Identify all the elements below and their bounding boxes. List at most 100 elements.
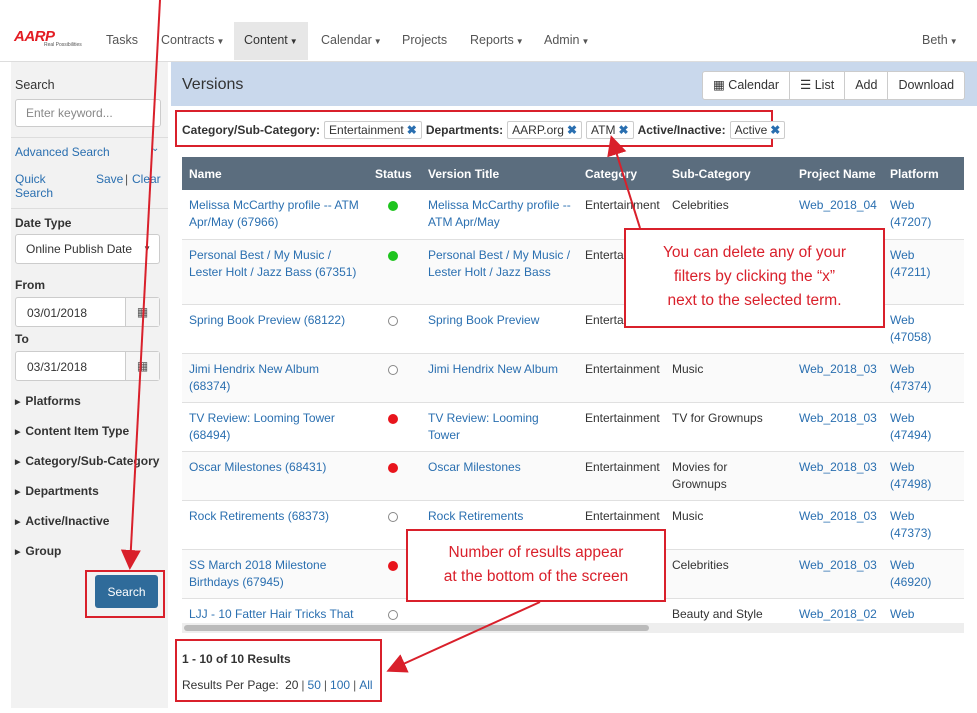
cell-name-link[interactable]: Oscar Milestones (68431) bbox=[182, 451, 368, 501]
cell-platform-link[interactable]: Web (47498) bbox=[883, 451, 964, 501]
status-red-dot-icon bbox=[388, 560, 398, 571]
column-header-status[interactable]: Status bbox=[368, 157, 421, 190]
calendar-icon[interactable]: ▦ bbox=[125, 352, 159, 380]
status-green-dot-icon bbox=[388, 250, 398, 261]
cell-version-title-link[interactable]: Personal Best / My Music / Lester Holt /… bbox=[421, 239, 578, 305]
from-date-value: 03/01/2018 bbox=[27, 306, 88, 320]
cell-name-link[interactable]: Jimi Hendrix New Album (68374) bbox=[182, 353, 368, 403]
filter-chip-department: ATM ✖ bbox=[586, 121, 634, 139]
cell-version-title-link[interactable]: Spring Book Preview bbox=[421, 304, 578, 354]
filter-chip-category: Entertainment ✖ bbox=[324, 121, 422, 139]
per-page-option[interactable]: All bbox=[359, 678, 372, 692]
cell-version-title-link[interactable]: Melissa McCarthy profile -- ATM Apr/May bbox=[421, 190, 578, 240]
cell-platform-link[interactable]: Web (47373) bbox=[883, 500, 964, 550]
nav-item-tasks[interactable]: Tasks bbox=[96, 22, 148, 60]
remove-filter-icon[interactable]: ✖ bbox=[407, 123, 417, 137]
cell-project-link[interactable]: Web_2018_02 bbox=[792, 598, 883, 623]
facet-content-item-type[interactable]: ▶ Content Item Type bbox=[15, 424, 129, 438]
nav-item-calendar[interactable]: Calendar ▼ bbox=[311, 22, 392, 60]
facet-departments[interactable]: ▶ Departments bbox=[15, 484, 99, 498]
column-header-category[interactable]: Category bbox=[578, 157, 665, 190]
versions-header: Versions ▦ Calendar ☰ List Add Download bbox=[171, 62, 977, 106]
facet-group[interactable]: ▶ Group bbox=[15, 544, 61, 558]
cell-project-link[interactable]: Web_2018_03 bbox=[792, 451, 883, 501]
column-header-version-title[interactable]: Version Title bbox=[421, 157, 578, 190]
cell-project-link[interactable]: Web_2018_03 bbox=[792, 500, 883, 550]
facet-label: Active/Inactive bbox=[25, 514, 110, 528]
cell-platform-link[interactable]: Web (46920) bbox=[883, 549, 964, 599]
from-date-field[interactable]: 03/01/2018 ▦ bbox=[15, 297, 160, 327]
clear-search-link[interactable]: Clear bbox=[132, 172, 161, 186]
quick-search-link[interactable]: Quick Search bbox=[15, 172, 53, 200]
calendar-view-button[interactable]: ▦ Calendar bbox=[702, 71, 791, 100]
cell-version-title-link[interactable]: Jimi Hendrix New Album bbox=[421, 353, 578, 403]
save-search-link[interactable]: Save bbox=[96, 172, 123, 186]
facet-label: Content Item Type bbox=[25, 424, 130, 438]
table-row[interactable]: TV Review: Looming Tower (68494) TV Revie… bbox=[182, 402, 964, 452]
cell-platform-link[interactable]: Web (47494) bbox=[883, 402, 964, 452]
calendar-icon[interactable]: ▦ bbox=[125, 298, 159, 326]
remove-filter-icon[interactable]: ✖ bbox=[567, 123, 577, 137]
per-page-option[interactable]: 50 bbox=[308, 678, 321, 692]
cell-category: Entertainment bbox=[578, 353, 665, 403]
list-view-button[interactable]: ☰ List bbox=[789, 71, 846, 100]
remove-filter-icon[interactable]: ✖ bbox=[770, 123, 780, 137]
column-header-platform[interactable]: Platform bbox=[883, 157, 964, 190]
to-date-field[interactable]: 03/31/2018 ▦ bbox=[15, 351, 160, 381]
table-row[interactable]: Oscar Milestones (68431) Oscar Milestones… bbox=[182, 451, 964, 501]
nav-item-label: Contracts bbox=[161, 33, 215, 47]
column-header-sub-category[interactable]: Sub-Category bbox=[665, 157, 792, 190]
cell-name-link[interactable]: Melissa McCarthy profile -- ATM Apr/May … bbox=[182, 190, 368, 240]
horizontal-scrollbar[interactable] bbox=[182, 623, 964, 633]
cell-sub-category: Movies for Grownups bbox=[665, 451, 792, 501]
cell-platform-link[interactable]: Web (47211) bbox=[883, 239, 964, 305]
download-button[interactable]: Download bbox=[887, 71, 966, 100]
scrollbar-thumb[interactable] bbox=[184, 625, 649, 631]
column-header-project-name[interactable]: Project Name bbox=[792, 157, 883, 190]
cell-name-link[interactable]: LJJ - 10 Fatter Hair Tricks That Never M… bbox=[182, 598, 368, 623]
results-count-callout: Number of results appear at the bottom o… bbox=[406, 529, 666, 602]
nav-item-projects[interactable]: Projects bbox=[392, 22, 457, 60]
date-type-select[interactable]: Online Publish Date ▼ bbox=[15, 234, 160, 264]
cell-platform-link[interactable]: Web (47374) bbox=[883, 353, 964, 403]
chevron-down-icon[interactable]: ⌄ bbox=[151, 143, 159, 154]
quick-search-label-1: Quick bbox=[15, 172, 46, 186]
cell-project-link[interactable]: Web_2018_03 bbox=[792, 353, 883, 403]
column-header-name[interactable]: Name bbox=[182, 157, 368, 190]
cell-version-title-link[interactable]: Oscar Milestones bbox=[421, 451, 578, 501]
cell-platform-link[interactable]: Web (47207) bbox=[883, 190, 964, 240]
cell-project-link[interactable]: Web_2018_03 bbox=[792, 549, 883, 599]
add-button[interactable]: Add bbox=[844, 71, 889, 100]
nav-item-label: Projects bbox=[402, 33, 448, 47]
facet-active-inactive[interactable]: ▶ Active/Inactive bbox=[15, 514, 109, 528]
chip-label: AARP.org bbox=[512, 123, 564, 137]
nav-item-contracts[interactable]: Contracts ▼ bbox=[151, 22, 234, 60]
cell-name-link[interactable]: Personal Best / My Music / Lester Holt /… bbox=[182, 239, 368, 305]
facet-platforms[interactable]: ▶ Platforms bbox=[15, 394, 81, 408]
filter-chip-active: Active ✖ bbox=[729, 121, 786, 139]
cell-version-title-link[interactable]: TV Review: Looming Tower bbox=[421, 402, 578, 452]
cell-platform-link[interactable]: Web (47058) bbox=[883, 304, 964, 354]
cell-name-link[interactable]: TV Review: Looming Tower (68494) bbox=[182, 402, 368, 452]
per-page-option[interactable]: 100 bbox=[330, 678, 350, 692]
keyword-search-input[interactable] bbox=[15, 99, 161, 127]
advanced-search-link[interactable]: Advanced Search bbox=[15, 145, 110, 159]
facet-category-sub-category[interactable]: ▶ Category/Sub-Category bbox=[15, 454, 159, 468]
cell-name-link[interactable]: SS March 2018 Milestone Birthdays (67945… bbox=[182, 549, 368, 599]
table-row[interactable]: Jimi Hendrix New Album (68374) Jimi Hendr… bbox=[182, 353, 964, 403]
cell-platform-link[interactable]: Web (47049) bbox=[883, 598, 964, 623]
cell-category: Entertainment bbox=[578, 451, 665, 501]
chevron-down-icon: ▼ bbox=[949, 37, 958, 46]
separator: | bbox=[301, 678, 305, 692]
cell-project-link[interactable]: Web_2018_03 bbox=[792, 402, 883, 452]
nav-item-admin[interactable]: Admin ▼ bbox=[534, 22, 599, 60]
cell-name-link[interactable]: Rock Retirements (68373) bbox=[182, 500, 368, 550]
user-menu[interactable]: Beth ▼ bbox=[912, 22, 968, 60]
remove-filter-icon[interactable]: ✖ bbox=[619, 123, 629, 137]
nav-item-reports[interactable]: Reports ▼ bbox=[460, 22, 534, 60]
aarp-logo[interactable]: AARP Real Possibilities bbox=[14, 28, 94, 52]
nav-item-content[interactable]: Content ▼ bbox=[234, 22, 308, 60]
callout-line: filters by clicking the “x” bbox=[673, 268, 836, 285]
cell-name-link[interactable]: Spring Book Preview (68122) bbox=[182, 304, 368, 354]
results-count: 1 - 10 of 10 Results bbox=[182, 652, 291, 666]
